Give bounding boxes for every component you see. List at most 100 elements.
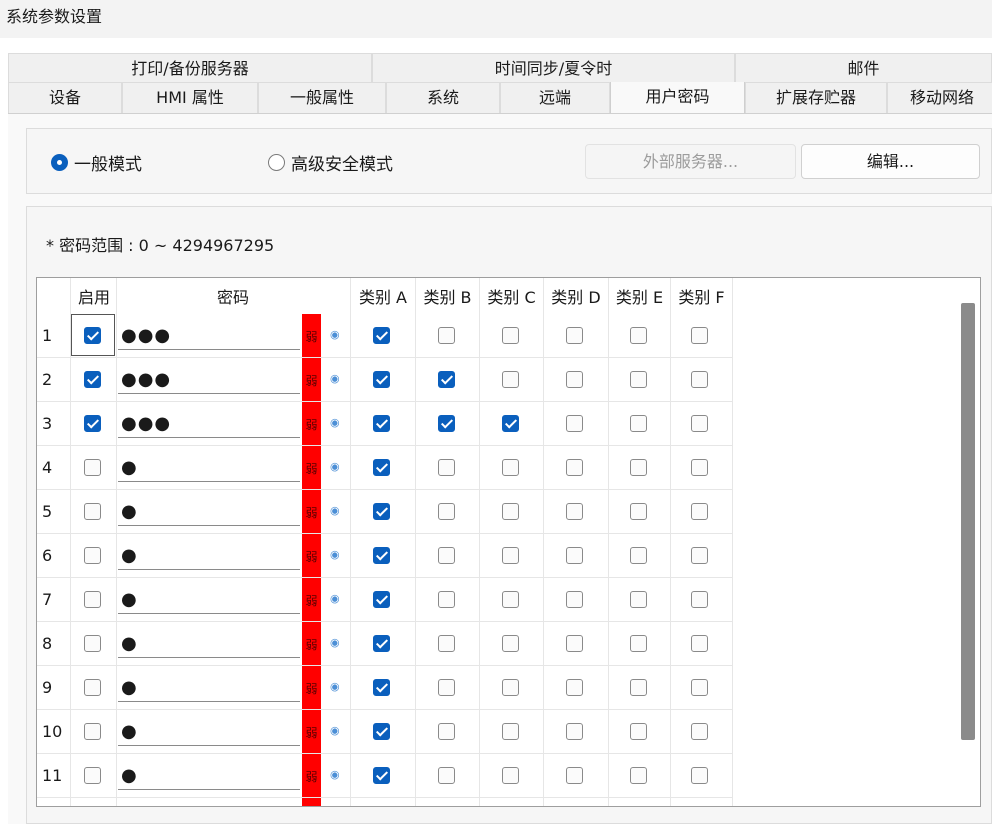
category-d-checkbox[interactable] xyxy=(566,591,583,608)
category-b-checkbox[interactable] xyxy=(438,591,455,608)
category-f-checkbox[interactable] xyxy=(691,459,708,476)
password-input[interactable]: ● xyxy=(118,761,300,790)
category-c-checkbox[interactable] xyxy=(502,591,519,608)
category-a-checkbox[interactable] xyxy=(373,635,390,652)
category-f-checkbox[interactable] xyxy=(691,371,708,388)
category-d-checkbox[interactable] xyxy=(566,679,583,696)
category-e-checkbox[interactable] xyxy=(630,767,647,784)
password-input[interactable]: ● xyxy=(118,585,300,614)
vertical-scrollbar-thumb[interactable] xyxy=(961,303,975,740)
enabled-checkbox[interactable] xyxy=(84,679,101,696)
category-e-checkbox[interactable] xyxy=(630,723,647,740)
show-password-eye-icon[interactable]: ◉ xyxy=(330,724,340,737)
category-f-checkbox[interactable] xyxy=(691,679,708,696)
category-e-checkbox[interactable] xyxy=(630,459,647,476)
tab-device[interactable]: 设备 xyxy=(8,82,122,114)
category-a-checkbox[interactable] xyxy=(373,327,390,344)
password-input[interactable]: ●●● xyxy=(118,365,300,394)
show-password-eye-icon[interactable]: ◉ xyxy=(330,372,340,385)
category-d-checkbox[interactable] xyxy=(566,459,583,476)
enabled-checkbox[interactable] xyxy=(84,459,101,476)
category-a-checkbox[interactable] xyxy=(373,767,390,784)
enabled-checkbox[interactable] xyxy=(84,547,101,564)
enabled-checkbox[interactable] xyxy=(84,635,101,652)
category-a-checkbox[interactable] xyxy=(373,591,390,608)
tab-hmi-properties[interactable]: HMI 属性 xyxy=(122,82,258,114)
category-e-checkbox[interactable] xyxy=(630,503,647,520)
show-password-eye-icon[interactable]: ◉ xyxy=(330,636,340,649)
category-d-checkbox[interactable] xyxy=(566,723,583,740)
category-b-checkbox[interactable] xyxy=(438,547,455,564)
category-c-checkbox[interactable] xyxy=(502,723,519,740)
password-input[interactable]: ● xyxy=(118,629,300,658)
category-c-checkbox[interactable] xyxy=(502,635,519,652)
category-b-checkbox[interactable] xyxy=(438,635,455,652)
category-f-checkbox[interactable] xyxy=(691,635,708,652)
tab-remote[interactable]: 远端 xyxy=(500,82,610,114)
enabled-checkbox[interactable] xyxy=(84,327,101,344)
password-input[interactable]: ● xyxy=(118,673,300,702)
tab-mobile-network[interactable]: 移动网络 xyxy=(887,82,992,114)
category-b-checkbox[interactable] xyxy=(438,679,455,696)
category-b-checkbox[interactable] xyxy=(438,327,455,344)
category-c-checkbox[interactable] xyxy=(502,459,519,476)
category-e-checkbox[interactable] xyxy=(630,547,647,564)
category-d-checkbox[interactable] xyxy=(566,767,583,784)
category-a-checkbox[interactable] xyxy=(373,459,390,476)
tab-system[interactable]: 系统 xyxy=(386,82,500,114)
category-b-checkbox[interactable] xyxy=(438,723,455,740)
category-a-checkbox[interactable] xyxy=(373,723,390,740)
category-f-checkbox[interactable] xyxy=(691,503,708,520)
category-c-checkbox[interactable] xyxy=(502,503,519,520)
category-e-checkbox[interactable] xyxy=(630,591,647,608)
password-input[interactable]: ●●● xyxy=(118,409,300,438)
tab-user-password[interactable]: 用户密码 xyxy=(610,82,745,114)
password-input[interactable]: ● xyxy=(118,717,300,746)
show-password-eye-icon[interactable]: ◉ xyxy=(330,416,340,429)
show-password-eye-icon[interactable]: ◉ xyxy=(330,504,340,517)
category-b-checkbox[interactable] xyxy=(438,415,455,432)
category-d-checkbox[interactable] xyxy=(566,371,583,388)
password-input[interactable]: ● xyxy=(118,453,300,482)
show-password-eye-icon[interactable]: ◉ xyxy=(330,768,340,781)
category-c-checkbox[interactable] xyxy=(502,679,519,696)
category-f-checkbox[interactable] xyxy=(691,723,708,740)
category-d-checkbox[interactable] xyxy=(566,635,583,652)
category-c-checkbox[interactable] xyxy=(502,371,519,388)
category-f-checkbox[interactable] xyxy=(691,327,708,344)
show-password-eye-icon[interactable]: ◉ xyxy=(330,328,340,341)
category-c-checkbox[interactable] xyxy=(502,767,519,784)
category-b-checkbox[interactable] xyxy=(438,503,455,520)
show-password-eye-icon[interactable]: ◉ xyxy=(330,548,340,561)
category-f-checkbox[interactable] xyxy=(691,547,708,564)
category-e-checkbox[interactable] xyxy=(630,679,647,696)
enabled-checkbox[interactable] xyxy=(84,415,101,432)
category-e-checkbox[interactable] xyxy=(630,371,647,388)
enabled-checkbox[interactable] xyxy=(84,767,101,784)
category-c-checkbox[interactable] xyxy=(502,415,519,432)
tab-time-sync-dst[interactable]: 时间同步/夏令时 xyxy=(372,53,735,82)
category-e-checkbox[interactable] xyxy=(630,635,647,652)
category-a-checkbox[interactable] xyxy=(373,371,390,388)
password-input[interactable]: ● xyxy=(118,497,300,526)
category-e-checkbox[interactable] xyxy=(630,327,647,344)
category-e-checkbox[interactable] xyxy=(630,415,647,432)
tab-extended-storage[interactable]: 扩展存贮器 xyxy=(745,82,887,114)
edit-button[interactable]: 编辑... xyxy=(801,144,980,179)
category-f-checkbox[interactable] xyxy=(691,591,708,608)
category-c-checkbox[interactable] xyxy=(502,327,519,344)
category-b-checkbox[interactable] xyxy=(438,371,455,388)
tab-general-properties[interactable]: 一般属性 xyxy=(258,82,386,114)
category-d-checkbox[interactable] xyxy=(566,415,583,432)
show-password-eye-icon[interactable]: ◉ xyxy=(330,460,340,473)
category-c-checkbox[interactable] xyxy=(502,547,519,564)
category-d-checkbox[interactable] xyxy=(566,503,583,520)
category-a-checkbox[interactable] xyxy=(373,415,390,432)
category-a-checkbox[interactable] xyxy=(373,547,390,564)
tab-print-backup-server[interactable]: 打印/备份服务器 xyxy=(8,53,372,82)
category-f-checkbox[interactable] xyxy=(691,767,708,784)
password-input[interactable]: ● xyxy=(118,541,300,570)
enabled-checkbox[interactable] xyxy=(84,723,101,740)
radio-advanced-security-mode[interactable]: 高级安全模式 xyxy=(268,150,393,175)
category-b-checkbox[interactable] xyxy=(438,459,455,476)
